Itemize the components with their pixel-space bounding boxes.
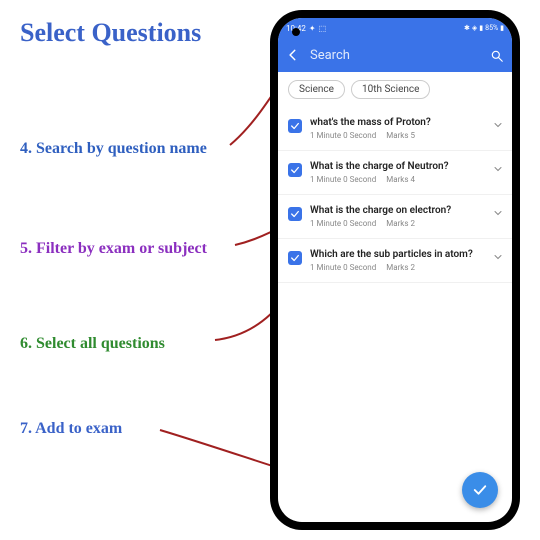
annotation-7: 7. Add to exam bbox=[20, 420, 122, 438]
annotation-6: 6. Select all questions bbox=[20, 335, 165, 353]
question-checkbox[interactable] bbox=[288, 251, 302, 265]
chevron-down-icon bbox=[492, 251, 504, 263]
status-notif-icon-2: ⬚ bbox=[319, 24, 327, 33]
check-icon bbox=[290, 121, 300, 131]
question-marks: Marks 2 bbox=[386, 263, 415, 272]
page-title: Select Questions bbox=[20, 18, 201, 48]
search-icon bbox=[490, 49, 504, 63]
status-bar: 10:42 ✦ ⬚ ✱ ◈ ▮ 85% ▮ bbox=[278, 18, 512, 38]
chevron-down-icon bbox=[492, 163, 504, 175]
question-title: What is the charge of Neutron? bbox=[310, 161, 484, 173]
back-button[interactable] bbox=[286, 48, 300, 62]
check-icon bbox=[290, 165, 300, 175]
question-marks: Marks 2 bbox=[386, 219, 415, 228]
check-icon bbox=[290, 209, 300, 219]
annotation-5: 5. Filter by exam or subject bbox=[20, 240, 207, 258]
app-bar: Search bbox=[278, 38, 512, 72]
filter-chip-10th-science[interactable]: 10th Science bbox=[351, 80, 430, 99]
status-notif-icon: ✦ bbox=[309, 24, 316, 33]
bluetooth-icon: ✱ bbox=[464, 24, 470, 32]
annotation-4: 4. Search by question name bbox=[20, 140, 207, 158]
question-row[interactable]: What is the charge on electron? 1 Minute… bbox=[278, 195, 512, 239]
question-time: 1 Minute 0 Second bbox=[310, 131, 376, 140]
search-input[interactable]: Search bbox=[310, 48, 480, 63]
question-time: 1 Minute 0 Second bbox=[310, 175, 376, 184]
question-title: Which are the sub particles in atom? bbox=[310, 249, 484, 261]
search-button[interactable] bbox=[490, 48, 504, 62]
check-icon bbox=[290, 253, 300, 263]
question-title: What is the charge on electron? bbox=[310, 205, 484, 217]
front-camera bbox=[292, 28, 300, 36]
filter-row: Science 10th Science bbox=[278, 72, 512, 107]
question-time: 1 Minute 0 Second bbox=[310, 263, 376, 272]
chevron-left-icon bbox=[286, 48, 300, 62]
question-checkbox[interactable] bbox=[288, 207, 302, 221]
expand-button[interactable] bbox=[492, 251, 504, 263]
filter-chip-science[interactable]: Science bbox=[288, 80, 345, 99]
battery-icon: ▮ bbox=[500, 24, 504, 32]
question-time: 1 Minute 0 Second bbox=[310, 219, 376, 228]
chevron-down-icon bbox=[492, 119, 504, 131]
phone-frame: 10:42 ✦ ⬚ ✱ ◈ ▮ 85% ▮ Search Science bbox=[270, 10, 520, 530]
signal-icon: ▮ bbox=[479, 24, 483, 32]
question-row[interactable]: what's the mass of Proton? 1 Minute 0 Se… bbox=[278, 107, 512, 151]
add-to-exam-button[interactable] bbox=[462, 472, 498, 508]
question-list: what's the mass of Proton? 1 Minute 0 Se… bbox=[278, 107, 512, 522]
question-checkbox[interactable] bbox=[288, 119, 302, 133]
expand-button[interactable] bbox=[492, 163, 504, 175]
question-marks: Marks 5 bbox=[386, 131, 415, 140]
phone-screen: 10:42 ✦ ⬚ ✱ ◈ ▮ 85% ▮ Search Science bbox=[278, 18, 512, 522]
question-row[interactable]: What is the charge of Neutron? 1 Minute … bbox=[278, 151, 512, 195]
expand-button[interactable] bbox=[492, 119, 504, 131]
question-checkbox[interactable] bbox=[288, 163, 302, 177]
battery-text: 85% bbox=[485, 24, 498, 32]
chevron-down-icon bbox=[492, 207, 504, 219]
question-marks: Marks 4 bbox=[386, 175, 415, 184]
wifi-icon: ◈ bbox=[472, 24, 477, 32]
question-row[interactable]: Which are the sub particles in atom? 1 M… bbox=[278, 239, 512, 283]
expand-button[interactable] bbox=[492, 207, 504, 219]
check-icon bbox=[471, 481, 489, 499]
question-title: what's the mass of Proton? bbox=[310, 117, 484, 129]
